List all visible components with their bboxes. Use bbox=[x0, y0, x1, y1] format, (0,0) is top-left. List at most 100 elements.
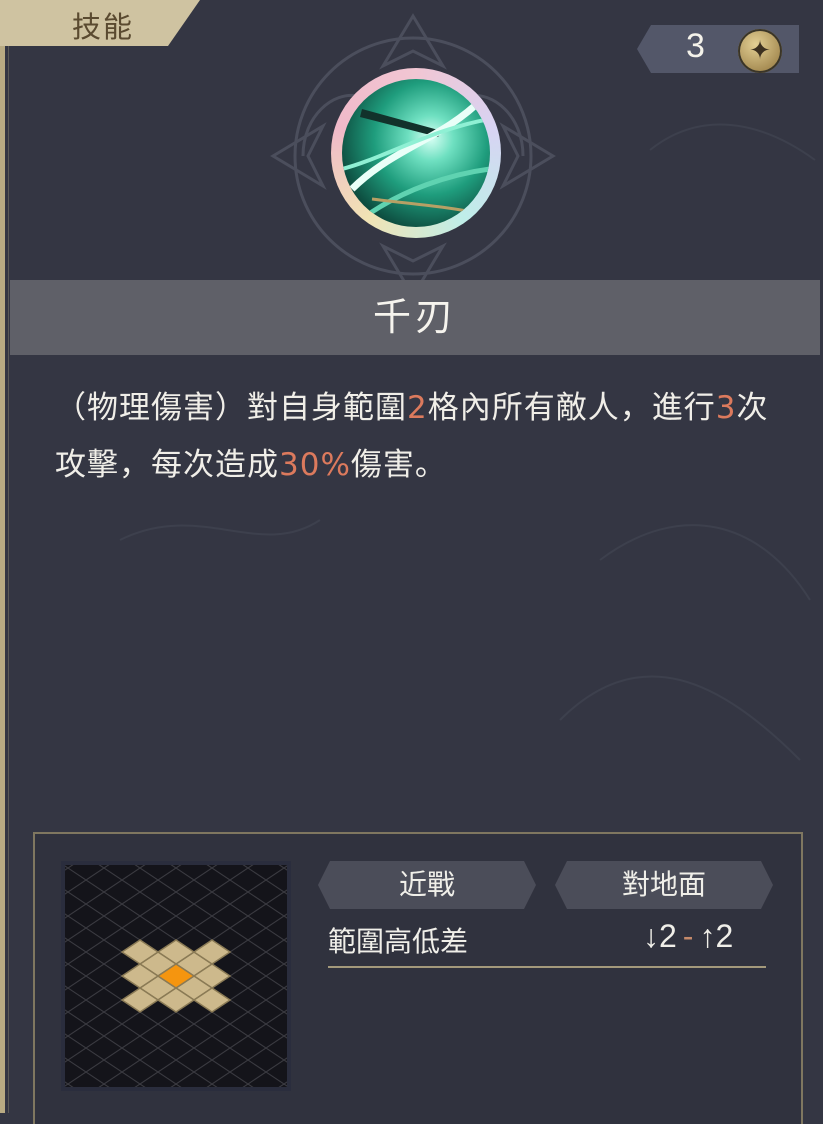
grid-lattice-cell bbox=[49, 1035, 87, 1061]
skill-description: （物理傷害）對自身範圍2格內所有敵人，進行3次攻擊，每次造成30%傷害。 bbox=[55, 380, 795, 494]
grid-lattice-cell bbox=[139, 903, 177, 929]
grid-lattice-cell bbox=[211, 879, 249, 905]
grid-lattice-cell bbox=[85, 915, 123, 941]
grid-lattice-cell bbox=[229, 963, 267, 989]
grid-lattice-cell bbox=[265, 1035, 303, 1061]
stat-divider bbox=[328, 966, 766, 968]
grid-lattice-cell bbox=[85, 1035, 123, 1061]
grid-lattice-cell bbox=[85, 1059, 123, 1085]
grid-lattice-cell bbox=[103, 855, 141, 881]
grid-lattice-cell bbox=[247, 903, 285, 929]
grid-lattice-cell bbox=[211, 1071, 249, 1097]
grid-lattice-cell bbox=[49, 1083, 87, 1109]
skill-icon-frame[interactable] bbox=[331, 68, 501, 238]
range-grid-diagram bbox=[31, 843, 321, 1109]
grid-lattice-cell bbox=[49, 1059, 87, 1085]
grid-lattice-cell bbox=[67, 1023, 105, 1049]
grid-lattice-cell bbox=[229, 867, 267, 893]
description-text: 格內所有敵人，進行 bbox=[427, 390, 716, 426]
grid-lattice-cell bbox=[247, 975, 285, 1001]
grid-lattice-cell bbox=[247, 927, 285, 953]
arrow-down-icon: ↓ bbox=[643, 918, 659, 954]
grid-lattice-cell bbox=[157, 867, 195, 893]
grid-lattice-cell bbox=[121, 867, 159, 893]
grid-lattice-cell bbox=[49, 915, 87, 941]
star-coin-icon: ✦ bbox=[738, 29, 782, 73]
description-text: （物理傷害）對自身範圍 bbox=[55, 390, 407, 426]
grid-lattice-cell bbox=[211, 903, 249, 929]
hit-count-value: 3 bbox=[715, 390, 737, 426]
grid-lattice-cell bbox=[211, 1023, 249, 1049]
grid-lattice-cell bbox=[247, 999, 285, 1025]
grid-lattice-cell bbox=[103, 903, 141, 929]
grid-lattice-cell bbox=[49, 891, 87, 917]
grid-lattice-cell bbox=[67, 903, 105, 929]
grid-lattice-cell bbox=[265, 867, 303, 893]
grid-lattice-cell bbox=[31, 855, 69, 881]
grid-lattice-cell bbox=[85, 963, 123, 989]
grid-lattice-cell bbox=[121, 1083, 159, 1109]
grid-lattice-cell bbox=[229, 987, 267, 1013]
grid-lattice-cell bbox=[121, 1059, 159, 1085]
grid-lattice-cell bbox=[85, 867, 123, 893]
grid-lattice-cell bbox=[67, 975, 105, 1001]
grid-lattice-cell bbox=[193, 915, 231, 941]
grid-lattice-cell bbox=[121, 1011, 159, 1037]
grid-lattice-cell bbox=[247, 1071, 285, 1097]
grid-lattice-cell bbox=[139, 1047, 177, 1073]
grid-lattice-cell bbox=[247, 1023, 285, 1049]
height-difference-label: 範圍高低差 bbox=[328, 925, 469, 958]
grid-lattice-cell bbox=[265, 1059, 303, 1085]
grid-lattice-cell bbox=[265, 939, 303, 965]
grid-lattice-cell bbox=[157, 1011, 195, 1037]
grid-lattice-cell bbox=[85, 891, 123, 917]
grid-lattice-cell bbox=[67, 1071, 105, 1097]
grid-lattice-cell bbox=[103, 879, 141, 905]
grid-lattice-cell bbox=[175, 1047, 213, 1073]
damage-percent-value: 30% bbox=[279, 447, 351, 483]
grid-lattice-cell bbox=[139, 1023, 177, 1049]
grid-lattice-cell bbox=[103, 1023, 141, 1049]
grid-lattice-cell bbox=[283, 855, 321, 881]
arrow-up-icon: ↑ bbox=[699, 918, 716, 954]
description-text: 傷害。 bbox=[350, 447, 447, 483]
grid-lattice-cell bbox=[265, 1011, 303, 1037]
grid-lattice-cell bbox=[193, 1011, 231, 1037]
grid-lattice-cell bbox=[157, 1059, 195, 1085]
grid-lattice-cell bbox=[175, 879, 213, 905]
grid-lattice-cell bbox=[157, 1083, 195, 1109]
grid-lattice-cell bbox=[49, 939, 87, 965]
grid-lattice-cell bbox=[211, 1047, 249, 1073]
grid-lattice-cell bbox=[121, 915, 159, 941]
grid-lattice-cell bbox=[49, 963, 87, 989]
grid-lattice-cell bbox=[85, 1011, 123, 1037]
grid-lattice-cell bbox=[193, 1035, 231, 1061]
grid-lattice-cell bbox=[157, 915, 195, 941]
grid-lattice-cell bbox=[247, 855, 285, 881]
grid-lattice-cell bbox=[193, 867, 231, 893]
grid-lattice-cell bbox=[229, 915, 267, 941]
grid-lattice-cell bbox=[229, 939, 267, 965]
grid-lattice-cell bbox=[265, 891, 303, 917]
grid-lattice-cell bbox=[157, 891, 195, 917]
grid-lattice-cell bbox=[193, 1059, 231, 1085]
grid-lattice-cell bbox=[175, 1071, 213, 1097]
grid-lattice-cell bbox=[103, 1047, 141, 1073]
down-value: 2 bbox=[659, 918, 677, 954]
grid-lattice-cell bbox=[157, 1035, 195, 1061]
skill-point-value: 3 bbox=[686, 27, 705, 65]
grid-lattice-cell bbox=[175, 855, 213, 881]
range-separator: - bbox=[682, 918, 694, 954]
grid-lattice-cell bbox=[265, 987, 303, 1013]
sword-slash-icon bbox=[342, 79, 490, 227]
grid-lattice-cell bbox=[67, 999, 105, 1025]
grid-lattice-cell bbox=[67, 855, 105, 881]
skill-tab-label: 技能 bbox=[72, 10, 135, 44]
range-grid bbox=[31, 843, 321, 1109]
grid-lattice-cell bbox=[211, 855, 249, 881]
grid-lattice-cell bbox=[85, 1083, 123, 1109]
grid-lattice-cell bbox=[49, 1011, 87, 1037]
up-value: 2 bbox=[715, 918, 734, 954]
grid-lattice-cell bbox=[85, 939, 123, 965]
grid-lattice-cell bbox=[247, 879, 285, 905]
